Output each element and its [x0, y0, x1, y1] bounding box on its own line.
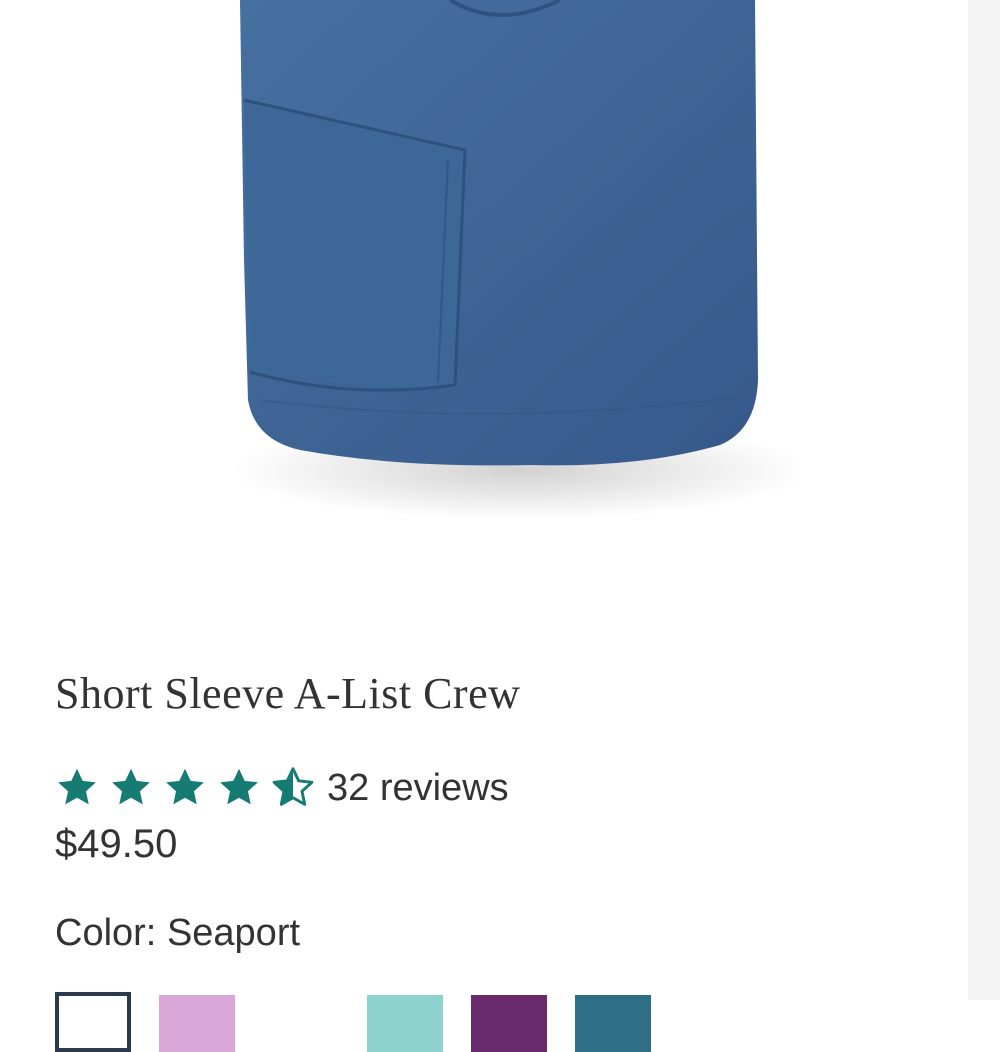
rating-row[interactable]: 32 reviews: [55, 760, 509, 816]
color-swatch[interactable]: [367, 992, 443, 1052]
star-icon: [163, 766, 207, 810]
color-selection-label: Color: Seaport: [55, 912, 300, 955]
product-price: $49.50: [55, 822, 178, 866]
color-swatch[interactable]: [575, 992, 651, 1052]
folded-shirt-illustration: [230, 0, 800, 520]
star-icon: [217, 766, 261, 810]
color-label: Color:: [55, 912, 157, 954]
reviews-link[interactable]: 32 reviews: [327, 767, 509, 810]
star-icon: [55, 766, 99, 810]
star-rating: [55, 766, 325, 810]
product-title: Short Sleeve A-List Crew: [55, 669, 521, 718]
color-swatches: [55, 992, 679, 1052]
color-swatch[interactable]: [159, 992, 235, 1052]
scrollbar[interactable]: [968, 0, 1000, 1000]
star-icon: [109, 766, 153, 810]
product-image[interactable]: [200, 0, 800, 560]
star-half-icon: [271, 766, 315, 810]
color-swatch[interactable]: [471, 992, 547, 1052]
color-swatch-seaport[interactable]: [55, 992, 131, 1052]
color-value: Seaport: [166, 912, 301, 954]
